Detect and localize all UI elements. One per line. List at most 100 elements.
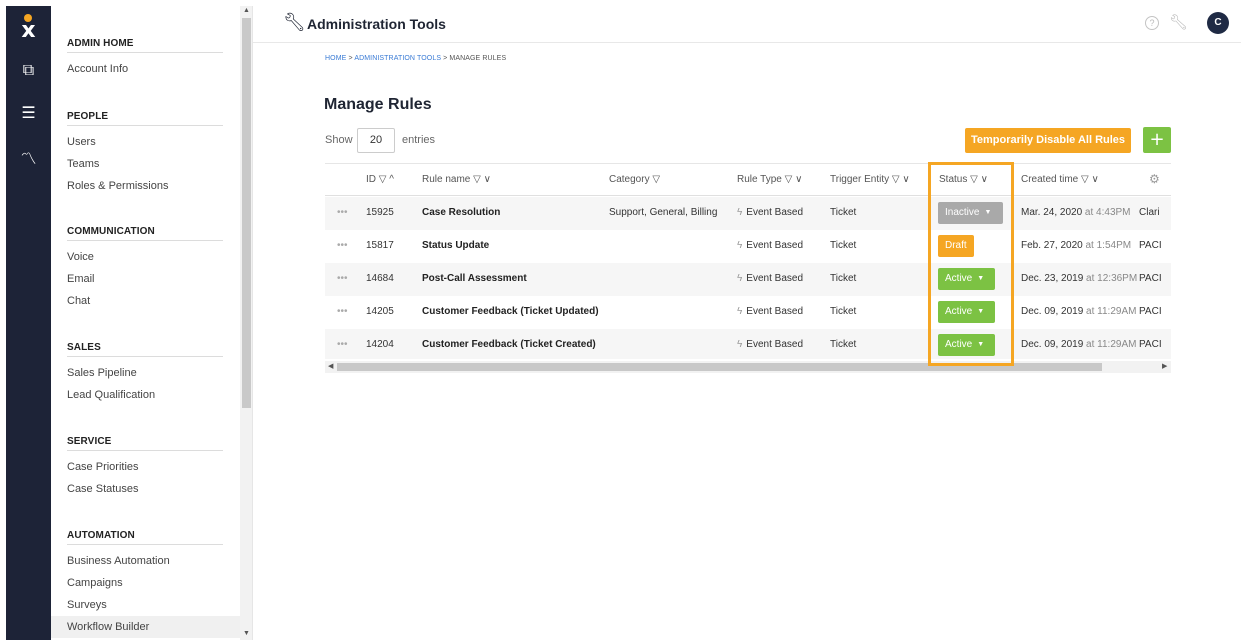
help-icon[interactable]: ? [1145,16,1159,30]
rule-type: ϟ Event Based [737,207,803,218]
breadcrumb-home[interactable]: HOME [325,55,346,62]
sidebar-item[interactable]: Business Automation [67,555,170,567]
sidebar-item[interactable]: Surveys [67,599,107,611]
column-category[interactable]: Category ▽ [609,174,660,185]
avatar[interactable]: C [1207,12,1229,34]
scroll-right-icon[interactable]: ▶ [1162,361,1167,373]
sidebar-item[interactable]: Teams [67,158,99,170]
rule-type: ϟ Event Based [737,339,803,350]
bolt-icon: ϟ [737,240,743,251]
graph-icon[interactable]: 〽 [6,145,51,169]
sidebar-item-selected[interactable]: Workflow Builder [51,616,240,638]
table-row[interactable]: ••• 14684 Post-Call Assessment ϟ Event Based… [325,263,1171,296]
trigger-entity: Ticket [830,306,857,317]
bolt-icon: ϟ [737,306,743,317]
created-date: Feb. 27, 2020 [1021,240,1083,251]
created-date: Dec. 09, 2019 [1021,339,1084,350]
trigger-entity: Ticket [830,273,857,284]
row-actions-menu[interactable]: ••• [337,339,348,350]
app-title: Administration Tools [307,16,446,32]
sidebar-item[interactable]: Chat [67,295,90,307]
rule-owner: PACI [1139,273,1162,284]
sidebar-scroll-thumb[interactable] [242,18,251,408]
app-logo[interactable]: x [6,14,51,44]
rule-id: 14204 [366,339,394,350]
trigger-entity: Ticket [830,240,857,251]
show-label: Show [325,134,353,146]
add-rule-button[interactable]: + [1143,127,1171,153]
sidebar-heading: ADMIN HOME [67,38,223,53]
entries-label: entries [402,134,436,146]
tools-icon[interactable]: 🔧︎ [1169,13,1188,31]
bolt-icon: ϟ [737,339,743,350]
sidebar-scrollbar[interactable]: ▲ ▼ [240,6,252,640]
table-row[interactable]: ••• 14204 Customer Feedback (Ticket Create… [325,329,1171,359]
created-clock: at 12:36PM [1083,273,1138,284]
admin-sidebar: ADMIN HOME Account Info PEOPLE Users Teams Ro… [51,6,253,640]
sidebar-item[interactable]: Account Info [67,63,128,75]
rule-category: Support, General, Billing [609,207,718,218]
table-row[interactable]: ••• 15817 Status Update ϟ Event Based Ticket D… [325,230,1171,263]
bolt-icon: ϟ [737,207,743,218]
sidebar-item[interactable]: Lead Qualification [67,389,155,401]
bolt-icon: ϟ [737,273,743,284]
rule-name[interactable]: Status Update [422,240,489,251]
table-horizontal-scrollbar[interactable]: ◀ ▶ [325,361,1171,373]
column-rule-type[interactable]: Rule Type ▽ ∨ [737,174,802,185]
breadcrumb-admin-tools[interactable]: ADMINISTRATION TOOLS [354,55,441,62]
rule-owner: Clari [1139,207,1160,218]
scroll-down-icon[interactable]: ▼ [240,630,252,637]
sidebar-item[interactable]: Case Statuses [67,483,139,495]
created-time: Mar. 24, 2020 at 4:43PM [1021,207,1131,218]
created-date: Dec. 09, 2019 [1021,306,1084,317]
sidebar-item[interactable]: Case Priorities [67,461,139,473]
scroll-left-icon[interactable]: ◀ [328,361,333,373]
top-bar: 🔧︎ Administration Tools ? 🔧︎ C [253,6,1241,43]
entries-select[interactable]: 20 [357,128,395,153]
breadcrumb: HOME > ADMINISTRATION TOOLS > MANAGE RUL… [325,55,506,62]
sidebar-item[interactable]: Roles & Permissions [67,180,168,192]
sidebar-item[interactable]: Email [67,273,95,285]
disable-all-rules-button[interactable]: Temporarily Disable All Rules [965,128,1131,153]
logo-mark: x [21,18,36,43]
column-trigger-entity[interactable]: Trigger Entity ▽ ∨ [830,174,910,185]
rule-type: ϟ Event Based [737,273,803,284]
rule-owner: PACI [1139,306,1162,317]
page-title: Manage Rules [324,96,432,113]
column-rule-name[interactable]: Rule name ▽ ∨ [422,174,491,185]
sidebar-heading: SALES [67,342,223,357]
row-actions-menu[interactable]: ••• [337,240,348,251]
rule-name[interactable]: Customer Feedback (Ticket Updated) [422,306,599,317]
column-id[interactable]: ID ▽ ^ [366,174,394,185]
gear-icon[interactable]: ⚙ [1149,172,1160,186]
rule-id: 15817 [366,240,394,251]
sidebar-item[interactable]: Campaigns [67,577,123,589]
column-created-time[interactable]: Created time ▽ ∨ [1021,174,1099,185]
list-icon[interactable]: ☰ [6,103,51,122]
row-actions-menu[interactable]: ••• [337,306,348,317]
rule-name[interactable]: Case Resolution [422,207,500,218]
table-row[interactable]: ••• 14205 Customer Feedback (Ticket Update… [325,296,1171,329]
rule-name[interactable]: Post-Call Assessment [422,273,527,284]
created-clock: at 11:29AM [1083,306,1137,317]
created-time: Dec. 23, 2019 at 12:36PM [1021,273,1137,284]
trigger-entity: Ticket [830,207,857,218]
table-row[interactable]: ••• 15925 Case Resolution Support, General,… [325,197,1171,230]
sidebar-item[interactable]: Voice [67,251,94,263]
sidebar-heading: PEOPLE [67,111,223,126]
rule-type: ϟ Event Based [737,240,803,251]
rule-name[interactable]: Customer Feedback (Ticket Created) [422,339,596,350]
created-date: Dec. 23, 2019 [1021,273,1084,284]
created-clock: at 11:29AM [1083,339,1137,350]
sidebar-item[interactable]: Sales Pipeline [67,367,137,379]
app-rail: x ⧉ ☰ 〽 [6,6,51,640]
rule-type-label: Event Based [746,240,804,251]
scroll-up-icon[interactable]: ▲ [240,7,252,14]
row-actions-menu[interactable]: ••• [337,207,348,218]
sidebar-item[interactable]: Users [67,136,96,148]
copy-icon[interactable]: ⧉ [6,60,51,80]
sidebar-heading: SERVICE [67,436,223,451]
row-actions-menu[interactable]: ••• [337,273,348,284]
created-time: Dec. 09, 2019 at 11:29AM [1021,306,1136,317]
rule-type-label: Event Based [746,339,804,350]
